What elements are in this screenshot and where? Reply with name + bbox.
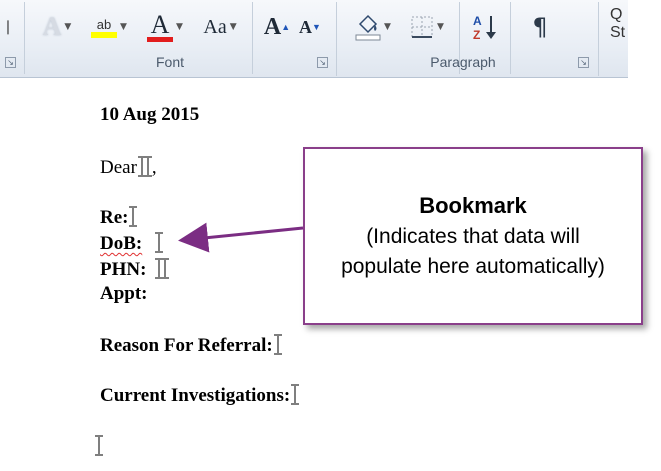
group-divider <box>598 2 599 76</box>
reason-label: Reason For Referral: <box>100 335 273 356</box>
ribbon: ❘ A ▼ ab ▼ A ▼ Aa ▼ A ▲ A ▼ Font ↘ ↘ ▼ ▼… <box>0 0 628 78</box>
letter-date: 10 Aug 2015 <box>100 104 200 125</box>
font-dialog-launcher-icon[interactable]: ↘ <box>317 57 328 68</box>
dob-label: DoB: <box>100 233 143 254</box>
callout-body: (Indicates that data will populate here … <box>341 225 605 278</box>
shading-button[interactable]: ▼ <box>350 8 396 46</box>
clipboard-dialog-launcher-icon[interactable]: ↘ <box>5 57 16 68</box>
chevron-down-icon: ▼ <box>64 22 72 32</box>
bookmark-marker <box>273 334 282 355</box>
investigations-line: Current Investigations: <box>100 384 300 407</box>
sort-az-icon: A Z <box>473 14 496 42</box>
format-painter-icon[interactable]: ❘ <box>2 8 14 46</box>
appt-line: Appt: <box>100 283 148 305</box>
show-hide-marks-button[interactable]: ¶ <box>520 8 560 46</box>
borders-button[interactable]: ▼ <box>404 8 450 46</box>
borders-icon <box>411 16 433 38</box>
chevron-down-icon: ▼ <box>176 22 183 32</box>
pilcrow-icon: ¶ <box>532 13 548 41</box>
salutation-text: Dear <box>100 157 137 178</box>
dob-line: DoB: <box>100 232 163 255</box>
grow-font-button[interactable]: A ▲ <box>262 8 292 46</box>
paint-bucket-icon <box>355 14 381 41</box>
bookmark-marker <box>137 156 152 177</box>
shrink-font-icon: A <box>299 16 313 37</box>
paragraph-dialog-launcher-icon[interactable]: ↘ <box>578 57 589 68</box>
chevron-down-icon: ▼ <box>384 22 391 32</box>
bookmark-marker <box>155 258 170 279</box>
font-group-label: Font <box>155 54 184 70</box>
bookmark-marker <box>95 435 103 456</box>
highlight-icon: ab <box>91 17 118 38</box>
ribbon-divider <box>24 2 25 74</box>
text-effects-icon: A <box>42 12 62 41</box>
bookmark-callout: Bookmark (Indicates that data will popul… <box>303 147 643 325</box>
bookmark-marker <box>129 206 138 227</box>
callout-title: Bookmark <box>419 193 527 218</box>
font-color-icon: A <box>147 11 174 42</box>
chevron-down-icon: ▼ <box>229 22 237 32</box>
phn-label: PHN: <box>100 259 147 280</box>
text-highlight-button[interactable]: ab ▼ <box>86 8 132 46</box>
grow-font-icon: A <box>263 13 282 40</box>
chevron-down-icon: ▼ <box>120 22 127 32</box>
caret-down-icon: ▼ <box>312 22 321 32</box>
chevron-down-icon: ▼ <box>437 22 444 32</box>
text-effects-button[interactable]: A ▼ <box>36 8 78 46</box>
bookmark-marker <box>154 232 163 253</box>
quick-styles-button[interactable]: Q St <box>610 6 625 42</box>
caret-up-icon: ▲ <box>281 22 291 32</box>
svg-text:Z: Z <box>473 28 480 42</box>
highlight-color-bar <box>91 31 118 38</box>
font-color-button[interactable]: A ▼ <box>142 8 188 46</box>
reason-line: Reason For Referral: <box>100 334 282 357</box>
salutation-line: Dear, <box>100 156 157 178</box>
re-line: Re: <box>100 206 138 229</box>
group-divider <box>336 2 337 76</box>
change-case-button[interactable]: Aa ▼ <box>198 8 242 46</box>
sort-button[interactable]: A Z <box>468 8 504 46</box>
appt-label: Appt: <box>100 283 148 304</box>
font-color-bar <box>147 36 174 42</box>
investigations-label: Current Investigations: <box>100 385 291 406</box>
paragraph-group-label: Paragraph <box>430 54 496 70</box>
phn-line: PHN: <box>100 258 170 281</box>
bookmark-marker <box>291 384 300 405</box>
change-case-icon: Aa <box>203 15 227 38</box>
re-label: Re: <box>100 207 129 228</box>
svg-text:A: A <box>473 14 482 28</box>
text-cursor-line <box>94 435 103 458</box>
shrink-font-button[interactable]: A ▼ <box>296 8 324 46</box>
